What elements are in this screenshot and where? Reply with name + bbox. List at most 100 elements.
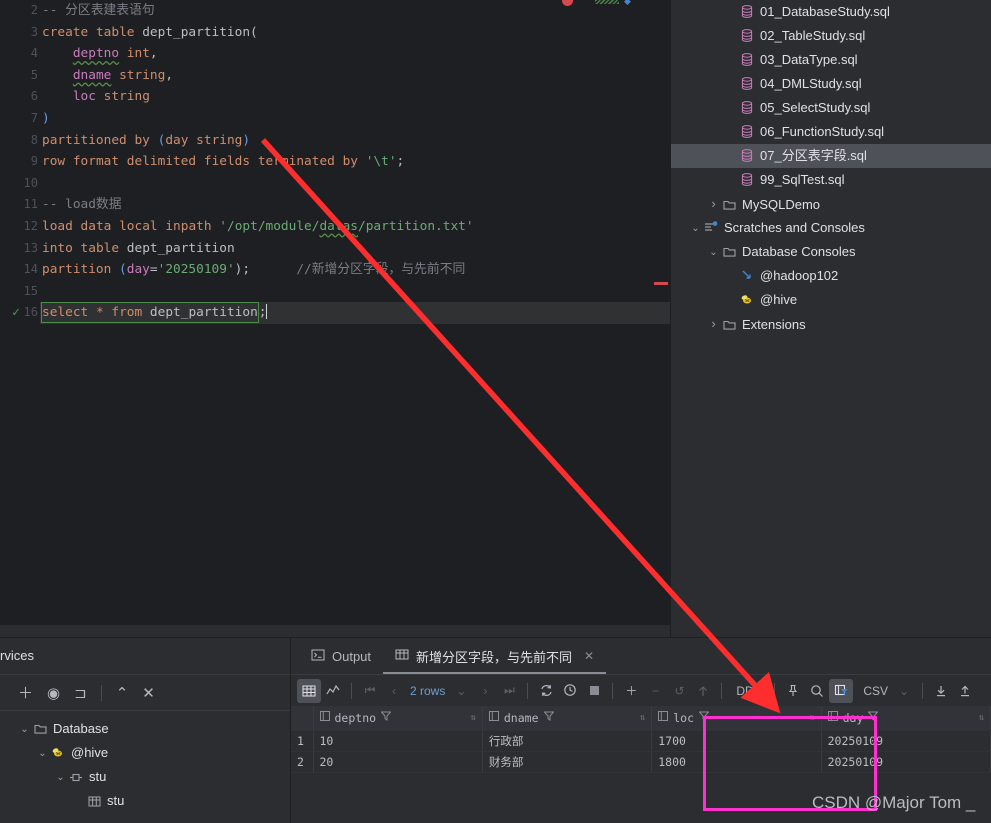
next-page-button[interactable]: ›	[473, 679, 497, 703]
result-tab[interactable]: 新增分区字段，与先前不同 ✕	[383, 638, 607, 674]
code-line[interactable]: load data local inpath '/opt/module/data…	[40, 216, 670, 238]
export-format-chevron-down-icon[interactable]: ⌄	[892, 679, 916, 703]
chevron-down-icon[interactable]: ⌄	[54, 766, 67, 790]
project-tree-item[interactable]: 05_SelectStudy.sql	[671, 96, 991, 120]
gutter-line-number[interactable]: 16 ✓	[0, 302, 40, 324]
column-filter-icon[interactable]	[829, 678, 854, 703]
first-page-button[interactable]: ⏮	[358, 679, 382, 703]
chevron-right-icon[interactable]: ›	[707, 312, 720, 336]
chevron-right-icon[interactable]: ›	[707, 192, 720, 216]
grid-cell[interactable]: 10	[313, 730, 483, 752]
prev-page-button[interactable]: ‹	[382, 679, 406, 703]
column-sort-icon[interactable]: ⇅	[640, 713, 645, 723]
services-tree-item[interactable]: stu	[0, 789, 290, 813]
gutter-line-number[interactable]: 3	[0, 22, 40, 44]
code-line[interactable]: loc string	[40, 86, 670, 108]
result-toolbar[interactable]: ⏮ ‹ 2 rows ⌄ › ⏭ ＋ − ↺ DDL CSV ⌄	[291, 674, 991, 706]
gutter-line-number[interactable]: 12	[0, 216, 40, 238]
code-line[interactable]: create table dept_partition(	[40, 22, 670, 44]
refresh-icon[interactable]	[534, 679, 558, 703]
close-icon[interactable]: ✕	[584, 649, 594, 663]
services-tree-item[interactable]: ⌄ Database	[0, 717, 290, 741]
row-count-label[interactable]: 2 rows	[406, 684, 449, 698]
column-filter-icon[interactable]	[380, 711, 392, 724]
gutter-line-number[interactable]: 13	[0, 238, 40, 260]
project-tree-item[interactable]: 04_DMLStudy.sql	[671, 72, 991, 96]
run-statement-check-icon[interactable]: ✓	[12, 302, 20, 324]
code-line[interactable]: into table dept_partition	[40, 238, 670, 260]
chevron-down-icon[interactable]: ⌄	[689, 217, 702, 241]
upload-icon[interactable]	[953, 679, 977, 703]
project-tree-item[interactable]: 99_SqlTest.sql	[671, 168, 991, 192]
last-page-button[interactable]: ⏭	[497, 679, 521, 703]
gutter-line-number[interactable]: 8	[0, 130, 40, 152]
services-tree-item[interactable]: ⌄ stu	[0, 765, 290, 789]
search-icon[interactable]	[805, 679, 829, 703]
export-format-label[interactable]: CSV	[853, 684, 892, 698]
gutter-line-number[interactable]: 11	[0, 194, 40, 216]
add-row-button[interactable]: ＋	[619, 679, 643, 703]
grid-column-header[interactable]: deptno ⇅	[313, 706, 483, 731]
gutter-line-number[interactable]: 5	[0, 65, 40, 87]
code-line[interactable]: )	[40, 108, 670, 130]
expand-icon[interactable]: ⌃	[116, 684, 129, 702]
project-tree-item[interactable]: ⌄ Scratches and Consoles	[671, 216, 991, 240]
gutter-line-number[interactable]: 15	[0, 281, 40, 303]
project-tree-item[interactable]: › MySQLDemo	[671, 192, 991, 216]
code-line[interactable]: select * from dept_partition;	[40, 302, 670, 324]
column-filter-icon[interactable]	[542, 711, 555, 724]
services-tree[interactable]: ⌄ Database ⌄ @hive ⌄ stu stu	[0, 710, 290, 823]
stop-icon[interactable]	[582, 679, 606, 703]
remove-row-button[interactable]: −	[643, 679, 667, 703]
chevron-down-icon[interactable]: ⌄	[707, 241, 720, 265]
grid-row[interactable]: 1 10 行政部 1700 20250109	[291, 730, 991, 752]
chart-view-icon[interactable]	[321, 679, 345, 703]
code-line[interactable]: deptno int,	[40, 43, 670, 65]
history-icon[interactable]	[558, 679, 582, 703]
project-tree-item[interactable]: 01_DatabaseStudy.sql	[671, 0, 991, 24]
chevron-down-icon[interactable]: ⌄	[36, 742, 49, 766]
add-icon[interactable]: ＋	[18, 682, 33, 703]
row-number-cell[interactable]: 2	[291, 751, 314, 773]
column-sort-icon[interactable]: ⇅	[979, 713, 984, 723]
services-tree-item[interactable]: ⌄ @hive	[0, 741, 290, 765]
row-count-chevron-down-icon[interactable]: ⌄	[449, 679, 473, 703]
code-line[interactable]	[40, 173, 670, 195]
code-line[interactable]: row format delimited fields terminated b…	[40, 151, 670, 173]
download-icon[interactable]	[929, 679, 953, 703]
selected-statement-box[interactable]: select * from dept_partition	[41, 302, 259, 324]
project-tool-window[interactable]: 01_DatabaseStudy.sql 02_TableStudy.sql 03_…	[670, 0, 991, 645]
sql-editor-pane[interactable]: 2 3 4 5 6 7 8 9 10 11 12 13 14 15 16 ✓ -- 分区表建表语句 create…	[0, 0, 670, 625]
code-line[interactable]: -- load数据	[40, 194, 670, 216]
editor-code-area[interactable]: -- 分区表建表语句 create table dept_partition( d…	[40, 0, 670, 625]
project-tree-item[interactable]: 03_DataType.sql	[671, 48, 991, 72]
gutter-line-number[interactable]: 6	[0, 86, 40, 108]
error-stripe-marker[interactable]	[654, 282, 668, 285]
code-line[interactable]: partition (day='20250109'); //新增分区字段，与先前…	[40, 259, 670, 281]
gutter-line-number[interactable]: 14	[0, 259, 40, 281]
project-tree-item[interactable]: @hive	[671, 288, 991, 312]
code-line[interactable]: partitioned by (day string)	[40, 130, 670, 152]
gutter-line-number[interactable]: 4	[0, 43, 40, 65]
eye-icon[interactable]: ◉	[47, 684, 60, 702]
column-sort-icon[interactable]: ⇅	[470, 713, 475, 723]
project-tree-item[interactable]: @hadoop102	[671, 264, 991, 288]
grid-cell[interactable]: 行政部	[482, 730, 653, 752]
result-tab-bar[interactable]: Output 新增分区字段，与先前不同 ✕	[291, 638, 991, 674]
row-number-cell[interactable]: 1	[291, 730, 314, 752]
project-tree-item[interactable]: ⌄ Database Consoles	[671, 240, 991, 264]
code-line[interactable]: dname string,	[40, 65, 670, 87]
gutter-line-number[interactable]: 2	[0, 0, 40, 22]
new-tab-icon[interactable]: ⊐	[74, 684, 87, 702]
gutter-line-number[interactable]: 10	[0, 173, 40, 195]
gutter-line-number[interactable]: 7	[0, 108, 40, 130]
project-tree-item[interactable]: 02_TableStudy.sql	[671, 24, 991, 48]
grid-cell[interactable]: 财务部	[482, 751, 653, 773]
ddl-button[interactable]: DDL	[728, 684, 768, 698]
result-tab[interactable]: Output	[299, 638, 383, 674]
services-toolbar[interactable]: ＋ ◉ ⊐ ⌃ ✕	[0, 674, 290, 710]
project-tree-item[interactable]: 07_分区表字段.sql	[671, 144, 991, 168]
close-all-icon[interactable]: ✕	[142, 684, 155, 702]
grid-row[interactable]: 2 20 财务部 1800 20250109	[291, 751, 991, 773]
project-tree-item[interactable]: › Extensions	[671, 312, 991, 336]
